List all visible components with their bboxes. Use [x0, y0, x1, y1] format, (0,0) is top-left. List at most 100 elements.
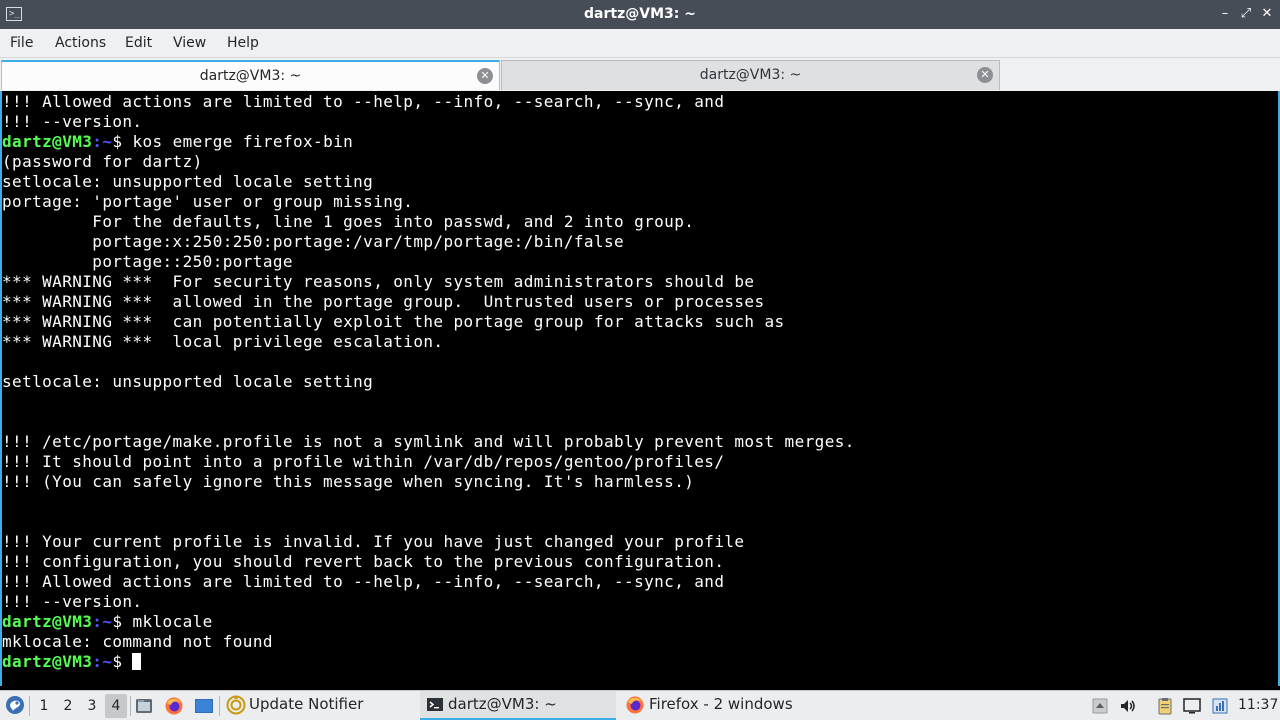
command-text: mklocale [132, 612, 213, 631]
prompt-symbol: $ [112, 652, 133, 671]
output-text: For the defaults, line 1 goes into passw… [2, 212, 695, 231]
menu-bar: File Actions Edit View Help [0, 29, 1280, 58]
menu-actions[interactable]: Actions [55, 29, 106, 57]
task-terminal[interactable]: dartz@VM3: ~ [420, 691, 616, 720]
prompt-path: :~ [92, 132, 113, 151]
screen-icon[interactable] [1182, 696, 1202, 716]
firefox-icon[interactable] [164, 696, 184, 716]
terminal-line: *** WARNING *** local privilege escalati… [2, 332, 855, 352]
workspace-4[interactable]: 4 [105, 694, 127, 718]
text-cursor [132, 653, 142, 670]
prompt-path: :~ [92, 612, 113, 631]
output-text: !!! Your current profile is invalid. If … [2, 532, 745, 551]
output-text: !!! /etc/portage/make.profile is not a s… [2, 432, 855, 451]
taskbar-separator [219, 696, 220, 716]
task-label: dartz@VM3: ~ [448, 695, 557, 713]
output-text: *** WARNING *** local privilege escalati… [2, 332, 444, 351]
menu-view[interactable]: View [173, 29, 206, 57]
tab-terminal-1[interactable]: dartz@VM3: ~ ✕ [1, 60, 500, 90]
terminal-line: setlocale: unsupported locale setting [2, 372, 855, 392]
tab-close-icon[interactable]: ✕ [477, 68, 493, 84]
tab-label: dartz@VM3: ~ [199, 68, 302, 84]
window-titlebar[interactable]: >_ dartz@VM3: ~ – ⤢ ✕ [0, 0, 1280, 29]
tab-bar: dartz@VM3: ~ ✕ dartz@VM3: ~ ✕ [0, 58, 1280, 91]
workspace-3[interactable]: 3 [81, 694, 103, 718]
command-text: kos emerge firefox-bin [132, 132, 354, 151]
prompt-user: dartz@VM3 [2, 652, 93, 671]
terminal-line: portage: 'portage' user or group missing… [2, 192, 855, 212]
terminal-line: *** WARNING *** can potentially exploit … [2, 312, 855, 332]
terminal-line: !!! --version. [2, 592, 855, 612]
output-text: !!! Allowed actions are limited to --hel… [2, 572, 725, 591]
terminal-line: !!! configuration, you should revert bac… [2, 552, 855, 572]
task-firefox[interactable]: Firefox - 2 windows [620, 691, 816, 720]
terminal-output: !!! Allowed actions are limited to --hel… [2, 92, 855, 672]
volume-icon[interactable] [1118, 696, 1138, 716]
menu-help[interactable]: Help [227, 29, 259, 57]
update-notifier-icon [226, 695, 246, 715]
minimize-button[interactable]: – [1216, 5, 1234, 23]
terminal-view[interactable]: !!! Allowed actions are limited to --hel… [0, 91, 1280, 686]
terminal-line: portage:x:250:250:portage:/var/tmp/porta… [2, 232, 855, 252]
output-text: (password for dartz) [2, 152, 203, 171]
menu-file[interactable]: File [10, 29, 33, 57]
terminal-line: *** WARNING *** allowed in the portage g… [2, 292, 855, 312]
clipboard-icon[interactable] [1155, 696, 1175, 716]
menu-edit[interactable]: Edit [125, 29, 152, 57]
output-text: !!! --version. [2, 592, 143, 611]
terminal-line: portage::250:portage [2, 252, 855, 272]
terminal-line: For the defaults, line 1 goes into passw… [2, 212, 855, 232]
output-text: !!! configuration, you should revert bac… [2, 552, 725, 571]
terminal-line: !!! Allowed actions are limited to --hel… [2, 92, 855, 112]
desktop-icon[interactable] [194, 696, 214, 716]
output-text: portage::250:portage [2, 252, 293, 271]
output-text: *** WARNING *** allowed in the portage g… [2, 292, 765, 311]
terminal-icon [426, 696, 446, 716]
terminal-line: !!! (You can safely ignore this message … [2, 472, 855, 492]
network-icon[interactable] [1210, 696, 1230, 716]
file-manager-icon[interactable] [134, 696, 154, 716]
terminal-line: !!! Allowed actions are limited to --hel… [2, 572, 855, 592]
maximize-button[interactable]: ⤢ [1237, 5, 1255, 23]
close-button[interactable]: ✕ [1258, 5, 1276, 23]
output-text: !!! Allowed actions are limited to --hel… [2, 92, 725, 111]
terminal-line: *** WARNING *** For security reasons, on… [2, 272, 855, 292]
taskbar: 1 2 3 4 Update Notifier dartz@VM3: ~ Fir… [0, 690, 1280, 720]
clock[interactable]: 11:37 [1238, 691, 1278, 720]
tab-label: dartz@VM3: ~ [699, 67, 802, 83]
gentoo-icon[interactable] [5, 695, 25, 715]
task-update-notifier[interactable]: Update Notifier [222, 691, 418, 720]
workspace-2[interactable]: 2 [57, 694, 79, 718]
taskbar-separator [130, 696, 131, 716]
window-title: dartz@VM3: ~ [584, 6, 696, 22]
prompt-symbol: $ [112, 612, 133, 631]
terminal-prompt-line: dartz@VM3:~$ kos emerge firefox-bin [2, 132, 855, 152]
output-text: portage: 'portage' user or group missing… [2, 192, 414, 211]
prompt-user: dartz@VM3 [2, 612, 93, 631]
terminal-line: !!! --version. [2, 112, 855, 132]
tab-terminal-2[interactable]: dartz@VM3: ~ ✕ [501, 60, 1000, 90]
prompt-user: dartz@VM3 [2, 132, 93, 151]
terminal-line: (password for dartz) [2, 152, 855, 172]
terminal-line: mklocale: command not found [2, 632, 855, 652]
output-text: portage:x:250:250:portage:/var/tmp/porta… [2, 232, 625, 251]
output-text: *** WARNING *** can potentially exploit … [2, 312, 785, 331]
tab-close-icon[interactable]: ✕ [977, 67, 993, 83]
output-text: setlocale: unsupported locale setting [2, 172, 374, 191]
task-label: Firefox - 2 windows [649, 695, 793, 713]
tray-arrow-icon[interactable] [1090, 696, 1110, 716]
output-text: mklocale: command not found [2, 632, 273, 651]
terminal-line: setlocale: unsupported locale setting [2, 172, 855, 192]
terminal-prompt-line: dartz@VM3:~$ [2, 652, 855, 672]
prompt-path: :~ [92, 652, 113, 671]
terminal-line: !!! It should point into a profile withi… [2, 452, 855, 472]
workspace-1[interactable]: 1 [33, 694, 55, 718]
task-label: Update Notifier [249, 695, 364, 713]
output-text: *** WARNING *** For security reasons, on… [2, 272, 755, 291]
terminal-line: !!! /etc/portage/make.profile is not a s… [2, 432, 855, 452]
